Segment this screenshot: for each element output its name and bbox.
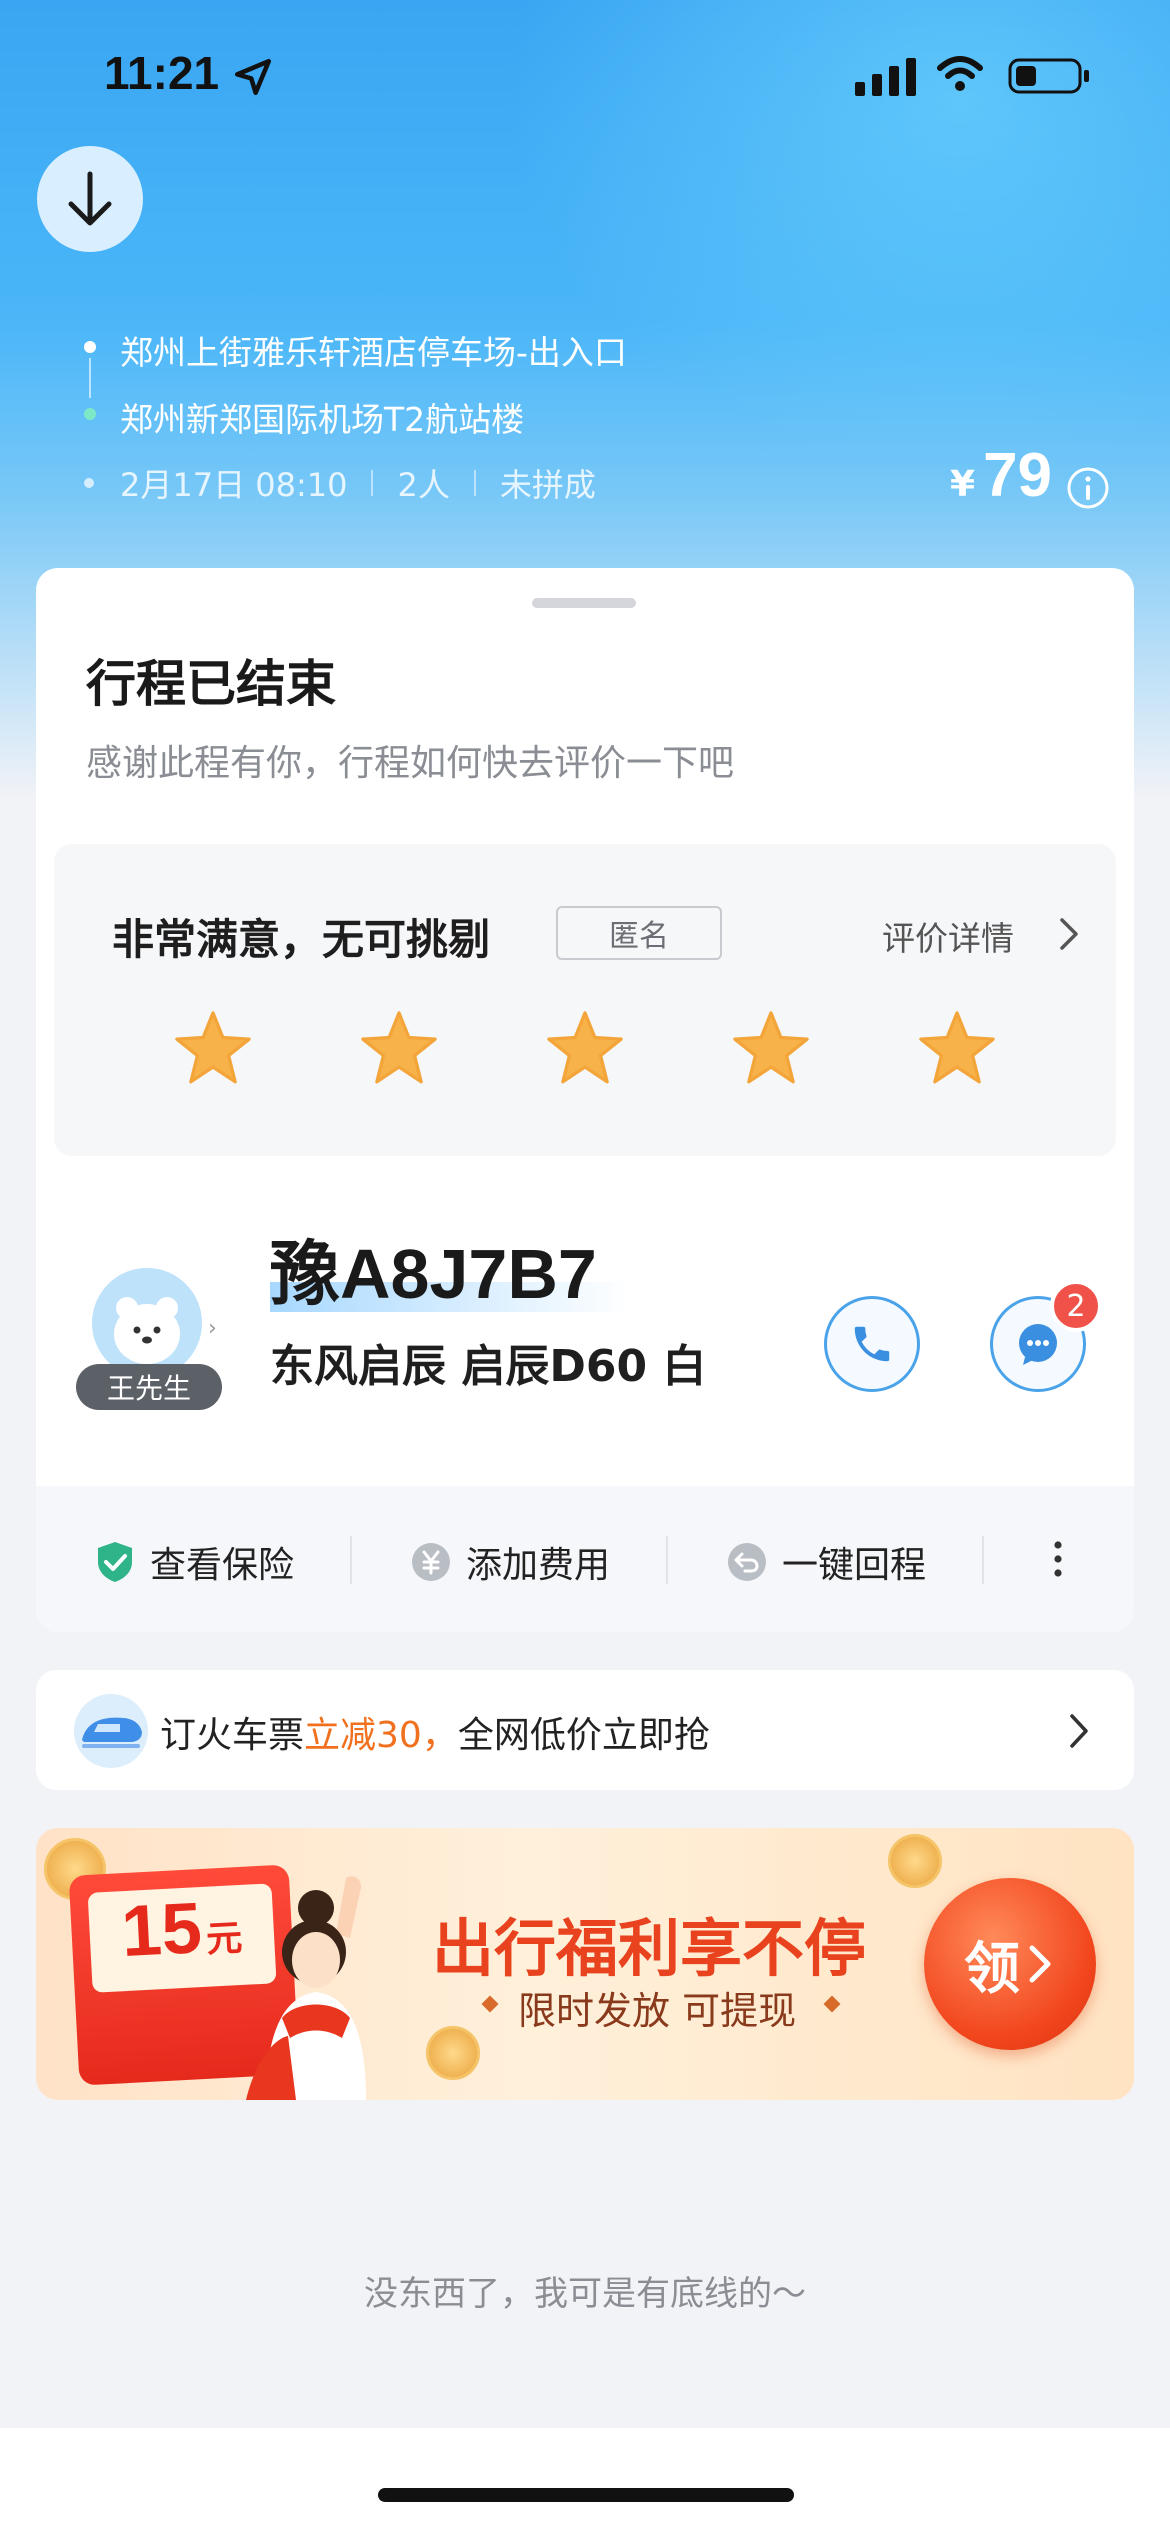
trip-status-subtitle: 感谢此程有你，行程如何快去评价一下吧 bbox=[86, 743, 735, 784]
action-label: 一键回程 bbox=[782, 1545, 927, 1586]
trip-status-title: 行程已结束 bbox=[86, 655, 336, 713]
avatar-chevron-icon: › bbox=[208, 1316, 217, 1341]
return-trip-button[interactable]: 一键回程 bbox=[726, 1536, 926, 1588]
coin-icon bbox=[888, 1834, 942, 1888]
claim-button[interactable]: 领 bbox=[924, 1878, 1096, 2050]
coin-icon bbox=[426, 2026, 480, 2080]
train-icon bbox=[74, 1694, 148, 1768]
star-icon[interactable] bbox=[544, 1008, 626, 1090]
star-icon[interactable] bbox=[172, 1008, 254, 1090]
action-divider bbox=[666, 1536, 668, 1584]
trip-card: 行程已结束 感谢此程有你，行程如何快去评价一下吧 非常满意，无可挑剔 匿名 评价… bbox=[36, 568, 1134, 1632]
coupon-amount: 15 bbox=[119, 1888, 204, 1973]
action-bar: 查看保险 添加费用 一键回程 bbox=[36, 1486, 1134, 1632]
trip-date: 2月17日 08:10 bbox=[120, 466, 348, 504]
route-origin: 郑州上街雅乐轩酒店停车场-出入口 bbox=[120, 333, 627, 372]
promo-prefix: 订火车票 bbox=[160, 1715, 305, 1756]
star-icon[interactable] bbox=[730, 1008, 812, 1090]
collapse-button[interactable] bbox=[37, 146, 143, 252]
promo-suffix: 全网低价立即抢 bbox=[457, 1715, 710, 1756]
action-divider bbox=[350, 1536, 352, 1584]
banner-title: 出行福利享不停 bbox=[432, 1912, 867, 1985]
action-divider bbox=[982, 1536, 984, 1584]
chevron-right-icon bbox=[1029, 1945, 1051, 1983]
rating-section: 非常满意，无可挑剔 匿名 评价详情 bbox=[54, 844, 1116, 1156]
driver-avatar[interactable] bbox=[92, 1268, 202, 1378]
chat-icon bbox=[1019, 1324, 1057, 1365]
unread-message-badge: 2 bbox=[1050, 1280, 1102, 1332]
chevron-right-icon[interactable] bbox=[1054, 914, 1084, 954]
decorative-diamond bbox=[823, 1995, 841, 2013]
wifi-icon bbox=[937, 56, 983, 91]
arrow-down-icon bbox=[68, 171, 112, 226]
home-indicator[interactable] bbox=[378, 2488, 794, 2502]
shield-check-icon bbox=[98, 1542, 132, 1582]
meta-dot bbox=[84, 478, 94, 488]
action-label: 添加费用 bbox=[466, 1545, 611, 1586]
train-ticket-promo[interactable]: 订火车票立减30，全网低价立即抢 bbox=[36, 1670, 1134, 1790]
yuan-coin-icon bbox=[412, 1543, 450, 1581]
route-line bbox=[89, 358, 91, 398]
chevron-right-icon bbox=[1070, 1714, 1088, 1748]
driver-name: 王先生 bbox=[76, 1364, 222, 1410]
star-icon[interactable] bbox=[916, 1008, 998, 1090]
sheet-grabber[interactable] bbox=[532, 598, 636, 608]
view-insurance-button[interactable]: 查看保险 bbox=[94, 1536, 294, 1588]
promo-highlight: 立减30， bbox=[304, 1715, 458, 1756]
rating-detail-link[interactable]: 评价详情 bbox=[882, 912, 1014, 960]
battery-icon bbox=[1008, 58, 1089, 94]
action-label: 查看保险 bbox=[150, 1545, 295, 1586]
rating-text: 非常满意，无可挑剔 bbox=[112, 915, 491, 964]
return-icon bbox=[728, 1543, 766, 1581]
license-plate: 豫A8J7B7 bbox=[270, 1235, 597, 1313]
bear-avatar-icon bbox=[92, 1268, 202, 1378]
banner-subtitle: 限时发放 可提现 bbox=[518, 1989, 797, 2033]
status-time: 11:21 bbox=[104, 47, 220, 99]
claim-label: 领 bbox=[964, 1936, 1020, 2002]
star-icon[interactable] bbox=[358, 1008, 440, 1090]
price-currency: ¥ bbox=[950, 464, 976, 505]
bottom-safe-area bbox=[0, 2428, 1170, 2532]
trip-passengers: 2人 bbox=[397, 466, 450, 504]
promo-text: 订火车票立减30，全网低价立即抢 bbox=[160, 1706, 710, 1758]
decorative-diamond bbox=[481, 1995, 499, 2013]
carpool-status: 未拼成 bbox=[499, 466, 596, 504]
trip-meta: 2月17日 08:10 2人 未拼成 bbox=[84, 460, 596, 506]
phone-icon bbox=[854, 1326, 890, 1362]
anonymous-badge: 匿名 bbox=[556, 906, 722, 960]
welfare-banner[interactable]: 15 元 出行福利享不停 限时发放 可提现 领 bbox=[36, 1828, 1134, 2100]
info-icon[interactable] bbox=[1066, 466, 1110, 510]
location-arrow-icon bbox=[234, 58, 272, 96]
waving-girl-illustration bbox=[246, 1876, 366, 2100]
car-model: 东风启辰 启辰D60 白 bbox=[270, 1341, 707, 1392]
price-amount: 79 bbox=[983, 441, 1053, 510]
cellular-signal-icon bbox=[855, 58, 916, 96]
meta-separator bbox=[371, 470, 374, 496]
call-driver-button[interactable] bbox=[824, 1296, 920, 1392]
meta-separator bbox=[473, 470, 476, 496]
trip-price[interactable]: ¥ 79 bbox=[950, 440, 1052, 511]
origin-dot bbox=[84, 341, 96, 353]
more-options-icon[interactable] bbox=[1052, 1540, 1064, 1578]
end-of-list-note: 没东西了，我可是有底线的～ bbox=[364, 2274, 806, 2314]
driver-info: › 王先生 豫A8J7B7 东风启辰 启辰D60 白 2 bbox=[36, 1178, 1134, 1428]
route-destination: 郑州新郑国际机场T2航站楼 bbox=[120, 400, 525, 439]
destination-dot bbox=[84, 408, 96, 420]
add-fee-button[interactable]: 添加费用 bbox=[410, 1536, 610, 1588]
